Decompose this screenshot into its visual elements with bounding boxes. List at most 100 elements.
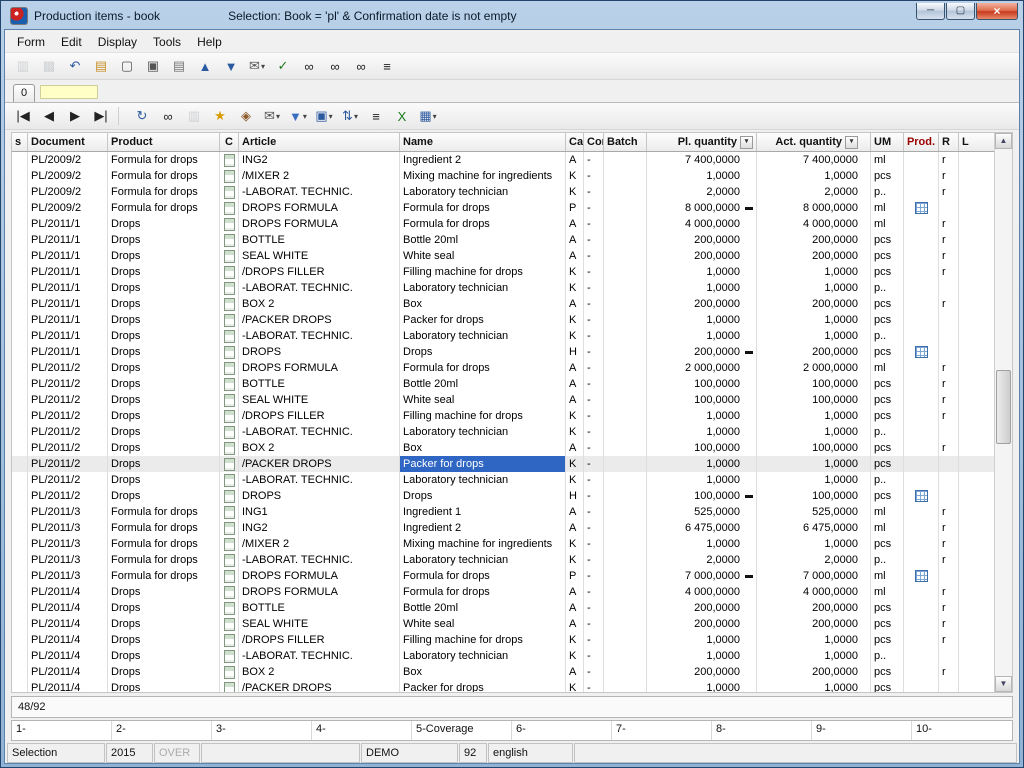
column-header-pl[interactable]: Pl. quantity▾ xyxy=(647,133,757,151)
cell-prod[interactable] xyxy=(904,584,939,600)
scrollbar-track[interactable] xyxy=(995,149,1012,676)
cell-l[interactable] xyxy=(959,504,994,520)
cell-status[interactable] xyxy=(12,488,28,504)
cell-status[interactable] xyxy=(12,200,28,216)
cell-um[interactable]: p.. xyxy=(871,472,904,488)
column-header-prod[interactable]: Prod. xyxy=(904,133,939,151)
cell-prod[interactable] xyxy=(904,360,939,376)
column-header-product[interactable]: Product xyxy=(108,133,220,151)
column-header-l[interactable]: L xyxy=(959,133,994,151)
cell-article[interactable]: /DROPS FILLER xyxy=(239,632,400,648)
cell-document[interactable]: PL/2011/3 xyxy=(28,504,108,520)
cell-cat[interactable]: A xyxy=(566,152,584,168)
cell-product[interactable]: Formula for drops xyxy=(108,168,220,184)
cell-product[interactable]: Drops xyxy=(108,584,220,600)
cell-batch[interactable] xyxy=(604,504,647,520)
cell-cat[interactable]: K xyxy=(566,168,584,184)
cell-prod[interactable] xyxy=(904,152,939,168)
cell-document[interactable]: PL/2011/2 xyxy=(28,456,108,472)
cell-cor[interactable]: - xyxy=(584,168,604,184)
cell-status[interactable] xyxy=(12,456,28,472)
find-next-icon[interactable]: ∞ xyxy=(323,56,347,76)
cell-article[interactable]: -LABORAT. TECHNIC. xyxy=(239,280,400,296)
cell-product[interactable]: Drops xyxy=(108,296,220,312)
cell-name[interactable]: Formula for drops xyxy=(400,200,566,216)
cell-cat[interactable]: K xyxy=(566,280,584,296)
table-row[interactable]: PL/2011/1DropsBOX 2BoxA-200,0000200,0000… xyxy=(12,296,994,312)
table-row[interactable]: PL/2011/1Drops/PACKER DROPSPacker for dr… xyxy=(12,312,994,328)
cell-r[interactable]: r xyxy=(939,584,959,600)
cell-cat[interactable]: A xyxy=(566,664,584,680)
cell-product[interactable]: Drops xyxy=(108,488,220,504)
cell-act-quantity[interactable]: 200,0000 xyxy=(757,600,871,616)
cell-product[interactable]: Drops xyxy=(108,440,220,456)
cell-r[interactable] xyxy=(939,648,959,664)
cell-act-quantity[interactable]: 100,0000 xyxy=(757,392,871,408)
cell-r[interactable]: r xyxy=(939,440,959,456)
cell-status[interactable] xyxy=(12,664,28,680)
cell-batch[interactable] xyxy=(604,280,647,296)
cell-pl-quantity[interactable]: 525,0000 xyxy=(647,504,757,520)
production-report-icon[interactable] xyxy=(915,490,928,502)
cell-article[interactable]: BOTTLE xyxy=(239,232,400,248)
cell-act-quantity[interactable]: 1,0000 xyxy=(757,424,871,440)
cell-cat[interactable]: K xyxy=(566,552,584,568)
cell-cat[interactable]: A xyxy=(566,616,584,632)
cell-pl-quantity[interactable]: 7 400,0000 xyxy=(647,152,757,168)
cell-um[interactable]: pcs xyxy=(871,232,904,248)
cell-document[interactable]: PL/2011/3 xyxy=(28,536,108,552)
table-row[interactable]: PL/2009/2Formula for drops/MIXER 2Mixing… xyxy=(12,168,994,184)
cell-cat[interactable]: A xyxy=(566,504,584,520)
cell-cor[interactable]: - xyxy=(584,568,604,584)
cell-document[interactable]: PL/2011/4 xyxy=(28,632,108,648)
cell-cor[interactable]: - xyxy=(584,200,604,216)
cell-name[interactable]: Mixing machine for ingredients xyxy=(400,536,566,552)
cell-prod[interactable] xyxy=(904,296,939,312)
minimize-button[interactable]: ─ xyxy=(916,3,945,20)
cell-um[interactable]: p.. xyxy=(871,184,904,200)
table-row[interactable]: PL/2011/3Formula for dropsING2Ingredient… xyxy=(12,520,994,536)
cell-pl-quantity[interactable]: 1,0000 xyxy=(647,536,757,552)
column-header-c[interactable]: C xyxy=(220,133,239,151)
notebook-icon[interactable]: ▤ xyxy=(167,56,191,76)
cell-act-quantity[interactable]: 100,0000 xyxy=(757,488,871,504)
cell-prod[interactable] xyxy=(904,200,939,216)
cell-name[interactable]: Filling machine for drops xyxy=(400,264,566,280)
cell-cat[interactable]: A xyxy=(566,392,584,408)
cell-batch[interactable] xyxy=(604,680,647,692)
cell-prod[interactable] xyxy=(904,248,939,264)
open-folder-icon[interactable]: ▤ xyxy=(89,56,113,76)
cell-l[interactable] xyxy=(959,536,994,552)
cell-cor[interactable]: - xyxy=(584,456,604,472)
cell-article[interactable]: DROPS FORMULA xyxy=(239,216,400,232)
cell-um[interactable]: p.. xyxy=(871,424,904,440)
send-mail-icon[interactable]: ✉▾ xyxy=(260,106,284,126)
cell-article[interactable]: -LABORAT. TECHNIC. xyxy=(239,552,400,568)
cell-l[interactable] xyxy=(959,152,994,168)
cell-batch[interactable] xyxy=(604,616,647,632)
cell-um[interactable]: pcs xyxy=(871,312,904,328)
column-header-name[interactable]: Name xyxy=(400,133,566,151)
cell-act-quantity[interactable]: 1,0000 xyxy=(757,536,871,552)
cell-type[interactable] xyxy=(220,424,239,440)
table-row[interactable]: PL/2011/2Drops-LABORAT. TECHNIC.Laborato… xyxy=(12,472,994,488)
cell-um[interactable]: pcs xyxy=(871,296,904,312)
cell-document[interactable]: PL/2011/3 xyxy=(28,568,108,584)
cell-l[interactable] xyxy=(959,680,994,692)
cell-cat[interactable]: A xyxy=(566,232,584,248)
cell-document[interactable]: PL/2011/4 xyxy=(28,600,108,616)
production-report-icon[interactable] xyxy=(915,202,928,214)
table-row[interactable]: PL/2011/1DropsBOTTLEBottle 20mlA-200,000… xyxy=(12,232,994,248)
cell-l[interactable] xyxy=(959,312,994,328)
cell-document[interactable]: PL/2011/4 xyxy=(28,616,108,632)
cell-status[interactable] xyxy=(12,616,28,632)
cell-pl-quantity[interactable]: 200,0000 xyxy=(647,248,757,264)
cell-type[interactable] xyxy=(220,248,239,264)
cell-act-quantity[interactable]: 2 000,0000 xyxy=(757,360,871,376)
cell-batch[interactable] xyxy=(604,392,647,408)
undo-icon[interactable]: ↶ xyxy=(63,56,87,76)
cell-pl-quantity[interactable]: 1,0000 xyxy=(647,472,757,488)
cell-product[interactable]: Drops xyxy=(108,616,220,632)
last-record-icon[interactable]: ▶| xyxy=(89,106,113,126)
table-row[interactable]: PL/2011/2DropsSEAL WHITEWhite sealA-100,… xyxy=(12,392,994,408)
